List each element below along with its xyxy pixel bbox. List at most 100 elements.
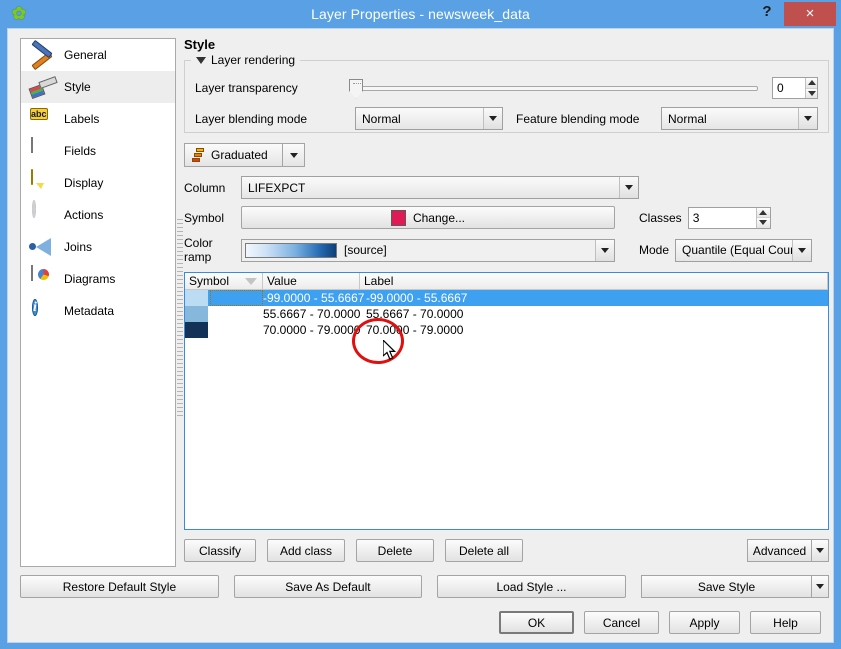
row-symbol-swatch-cell[interactable] (185, 290, 210, 306)
load-style-button[interactable]: Load Style ... (436, 575, 626, 598)
column-header-label-col[interactable]: Label (360, 273, 828, 290)
chevron-down-icon (289, 152, 298, 158)
feature-blending-mode-value: Normal (668, 111, 707, 126)
sidebar-item-label: Actions (64, 208, 104, 222)
chevron-down-icon (759, 220, 768, 226)
table-row[interactable]: 55.6667 - 70.0000 55.6667 - 70.0000 (185, 306, 828, 322)
row-symbol-focus-cell[interactable] (210, 322, 263, 338)
feature-blending-mode-select[interactable]: Normal (661, 107, 818, 130)
chevron-down-icon[interactable] (595, 239, 614, 261)
symbol-change-label: Change... (412, 210, 466, 225)
row-symbol-swatch-cell[interactable] (185, 306, 210, 322)
sidebar-item-metadata[interactable]: i Metadata (21, 295, 175, 327)
graduated-ramp-icon (192, 147, 205, 163)
layer-blending-mode-select[interactable]: Normal (355, 107, 503, 130)
mode-select[interactable]: Quantile (Equal Count) (675, 238, 813, 262)
symbol-change-button[interactable]: Change... (241, 206, 615, 229)
save-style-split-button[interactable]: Save Style (641, 575, 829, 598)
column-header-value[interactable]: Value (263, 273, 360, 290)
layer-transparency-slider[interactable] (349, 78, 758, 99)
help-button[interactable]: Help (750, 611, 821, 634)
chevron-down-icon[interactable] (619, 177, 638, 198)
mode-label: Mode (639, 243, 670, 257)
layer-transparency-spinbox[interactable] (772, 77, 818, 99)
sidebar-item-actions[interactable]: Actions (21, 199, 175, 231)
sidebar-item-diagrams[interactable]: Diagrams (21, 263, 175, 295)
symbol-label: Symbol (184, 210, 225, 225)
advanced-split-button[interactable]: Advanced (747, 539, 829, 562)
titlebar-help-button[interactable]: ? (753, 0, 781, 24)
chevron-down-icon (816, 584, 824, 589)
column-header-label: Symbol (189, 274, 230, 288)
pie-map-icon (27, 265, 57, 292)
feature-blending-mode-label: Feature blending mode (516, 111, 640, 126)
row-symbol-focus-cell[interactable] (210, 290, 263, 306)
spinbox-decrement-button[interactable] (806, 87, 817, 98)
layer-rendering-label: Layer rendering (211, 53, 296, 67)
delete-all-button[interactable]: Delete all (445, 539, 523, 562)
spinbox-increment-button[interactable] (806, 78, 817, 88)
table-row[interactable]: -99.0000 - 55.6667 -99.0000 - 55.6667 (185, 290, 828, 306)
close-icon[interactable]: × (784, 2, 836, 26)
sidebar-item-labels[interactable]: abc Labels (21, 103, 175, 135)
settings-sidebar: General Style abc Labels Fields Display … (20, 38, 176, 567)
classify-button[interactable]: Classify (184, 539, 256, 562)
table-fields-icon (27, 137, 57, 164)
classes-input[interactable] (688, 207, 756, 228)
row-label: -99.0000 - 55.6667 (366, 291, 468, 305)
chevron-down-icon[interactable] (792, 239, 812, 261)
sidebar-item-display[interactable]: Display (21, 167, 175, 199)
save-style-button[interactable]: Save Style (641, 575, 811, 598)
layer-blending-mode-label: Layer blending mode (195, 111, 308, 126)
sidebar-item-joins[interactable]: Joins (21, 231, 175, 263)
column-select[interactable]: LIFEXPCT (241, 176, 639, 199)
slider-handle[interactable] (349, 78, 363, 99)
sidebar-item-general[interactable]: General (21, 39, 175, 71)
column-label: Column (184, 180, 226, 195)
color-ramp-select[interactable]: [source] (241, 238, 615, 262)
apply-button[interactable]: Apply (669, 611, 740, 634)
add-class-button[interactable]: Add class (267, 539, 345, 562)
sidebar-item-style[interactable]: Style (21, 71, 175, 103)
spinbox-decrement-button[interactable] (756, 217, 770, 228)
sidebar-item-fields[interactable]: Fields (21, 135, 175, 167)
chevron-down-icon[interactable] (483, 108, 502, 129)
save-style-dropdown-arrow[interactable] (811, 575, 829, 598)
row-symbol-focus-cell[interactable] (210, 306, 263, 322)
sidebar-item-label: Display (64, 176, 104, 190)
renderer-type-dropdown[interactable] (283, 143, 305, 167)
panel-splitter-handle[interactable] (177, 219, 183, 419)
renderer-type-row: Graduated (184, 143, 829, 167)
sidebar-item-label: Labels (64, 112, 100, 126)
delete-button[interactable]: Delete (356, 539, 434, 562)
chevron-up-icon (759, 209, 768, 215)
chevron-down-icon[interactable] (798, 108, 817, 129)
table-row[interactable]: 70.0000 - 79.0000 70.0000 - 79.0000 (185, 322, 828, 338)
restore-default-style-button[interactable]: Restore Default Style (20, 575, 219, 598)
row-label: 70.0000 - 79.0000 (366, 323, 464, 337)
sidebar-item-label: Metadata (64, 304, 115, 318)
column-value: LIFEXPCT (248, 180, 306, 195)
column-header-symbol[interactable]: Symbol (185, 273, 263, 290)
title-bar: ✿ Layer Properties - newsweek_data ? × (0, 0, 841, 28)
renderer-type-button[interactable]: Graduated (184, 143, 283, 167)
advanced-button[interactable]: Advanced (747, 539, 811, 562)
spinbox-increment-button[interactable] (756, 207, 770, 217)
info-circle-icon: i (32, 299, 38, 316)
advanced-dropdown-arrow[interactable] (811, 539, 829, 562)
classes-spinbox[interactable] (687, 206, 771, 229)
classification-table[interactable]: Symbol Value Label -99.0000 - 55.6667 -9… (184, 272, 829, 530)
row-value: -99.0000 - 55.6667 (263, 291, 365, 305)
color-ramp-value: [source] (344, 243, 387, 257)
gear-play-icon (27, 200, 57, 228)
row-symbol-swatch-cell[interactable] (185, 322, 210, 338)
sidebar-item-label: Fields (64, 144, 97, 158)
save-as-default-button[interactable]: Save As Default (233, 575, 422, 598)
layer-blending-mode-value: Normal (362, 111, 401, 126)
cancel-button[interactable]: Cancel (584, 611, 659, 634)
layer-rendering-group: Layer rendering Layer transparency 0 Lay… (184, 53, 829, 133)
ok-button[interactable]: OK (499, 611, 574, 634)
layer-transparency-input[interactable] (773, 78, 806, 98)
layer-rendering-toggle[interactable]: Layer rendering (191, 53, 301, 67)
sidebar-item-label: Diagrams (64, 272, 116, 286)
